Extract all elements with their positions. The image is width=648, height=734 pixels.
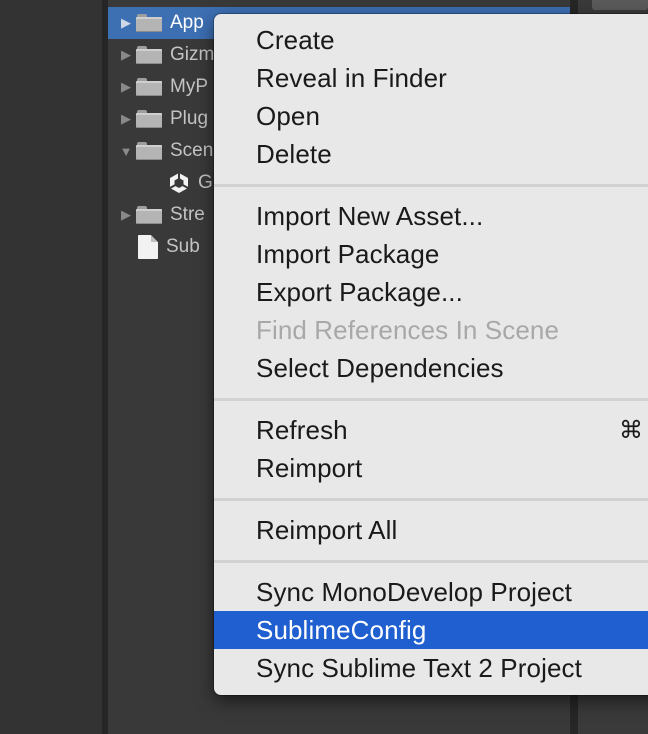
menu-item-reveal-in-finder[interactable]: Reveal in Finder — [214, 59, 648, 97]
menu-item-label: Refresh — [256, 414, 348, 445]
menu-item-sublimeconfig[interactable]: SublimeConfig — [214, 611, 648, 649]
menu-item-label: Import Package — [256, 238, 440, 269]
menu-item-create[interactable]: Create — [214, 21, 648, 59]
folder-icon — [136, 206, 162, 224]
menu-item-label: Sync MonoDevelop Project — [256, 576, 572, 607]
tree-item-label: G — [198, 172, 213, 193]
menu-separator — [214, 398, 648, 401]
tree-item-label: Sub — [166, 236, 200, 257]
folder-icon — [136, 14, 162, 32]
menu-item-label: Import New Asset... — [256, 200, 484, 231]
menu-item-sync-monodevelop-project[interactable]: Sync MonoDevelop Project — [214, 573, 648, 611]
menu-item-refresh[interactable]: Refresh ⌘ — [214, 411, 648, 449]
tree-item-label: Plug — [170, 108, 209, 129]
tree-item-label: Gizm — [170, 44, 215, 65]
unity-scene-icon — [168, 172, 190, 194]
menu-separator — [214, 560, 648, 563]
menu-item-reimport[interactable]: Reimport — [214, 449, 648, 487]
menu-separator — [214, 184, 648, 187]
menu-item-label: Find References In Scene — [256, 314, 560, 345]
hierarchy-panel — [0, 0, 102, 734]
folder-icon — [136, 78, 162, 96]
tree-item-label: App — [170, 12, 204, 33]
expand-arrow-icon[interactable]: ▶ — [118, 79, 134, 95]
expand-arrow-icon[interactable]: ▶ — [118, 15, 134, 31]
menu-item-label: Sync Sublime Text 2 Project — [256, 652, 582, 683]
menu-item-label: Reveal in Finder — [256, 62, 447, 93]
context-menu: Create Reveal in Finder Open Delete Impo… — [214, 14, 648, 695]
menu-item-import-package[interactable]: Import Package — [214, 235, 648, 273]
menu-item-label: SublimeConfig — [256, 614, 427, 645]
unity-editor-screen: ▶ App ▶ Gizm ▶ MyP ▶ Plug ▼ Scen G ▶ Str… — [0, 0, 648, 734]
menu-item-delete[interactable]: Delete — [214, 135, 648, 173]
command-key-icon: ⌘ — [619, 416, 643, 444]
folder-icon — [136, 46, 162, 64]
tree-item-label: Scen — [170, 140, 214, 161]
menu-item-label: Export Package... — [256, 276, 463, 307]
menu-item-reimport-all[interactable]: Reimport All — [214, 511, 648, 549]
menu-item-import-new-asset[interactable]: Import New Asset... — [214, 197, 648, 235]
folder-icon — [136, 142, 162, 160]
menu-item-find-references-in-scene: Find References In Scene — [214, 311, 648, 349]
menu-item-label: Reimport — [256, 452, 363, 483]
menu-separator — [214, 498, 648, 501]
folder-icon — [136, 110, 162, 128]
menu-item-open[interactable]: Open — [214, 97, 648, 135]
expand-arrow-icon[interactable]: ▶ — [118, 47, 134, 63]
menu-item-export-package[interactable]: Export Package... — [214, 273, 648, 311]
panel-tab[interactable] — [592, 0, 648, 10]
collapse-arrow-icon[interactable]: ▼ — [118, 143, 134, 159]
menu-item-label: Select Dependencies — [256, 352, 504, 383]
expand-arrow-icon[interactable]: ▶ — [118, 207, 134, 223]
menu-item-label: Open — [256, 100, 321, 131]
file-icon — [138, 235, 158, 259]
menu-item-label: Reimport All — [256, 514, 398, 545]
menu-item-sync-sublime-text-2-project[interactable]: Sync Sublime Text 2 Project — [214, 649, 648, 687]
expand-arrow-icon[interactable]: ▶ — [118, 111, 134, 127]
menu-item-label: Delete — [256, 138, 332, 169]
menu-item-select-dependencies[interactable]: Select Dependencies — [214, 349, 648, 387]
tree-item-label: MyP — [170, 76, 208, 97]
menu-item-label: Create — [256, 24, 335, 55]
tree-item-label: Stre — [170, 204, 205, 225]
